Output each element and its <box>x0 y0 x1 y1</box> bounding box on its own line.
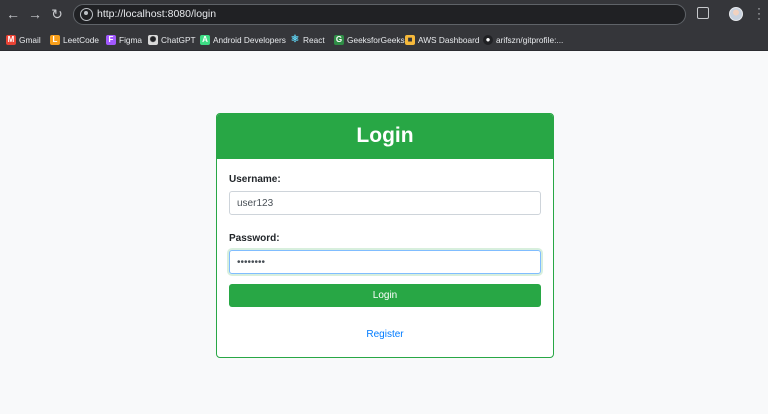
forward-arrow-icon[interactable]: → <box>25 4 45 24</box>
bookmark-label: AWS Dashboard <box>418 35 480 45</box>
bookmark-label: GeeksforGeeks <box>347 35 405 45</box>
password-label: Password: <box>229 233 280 244</box>
bookmark-react[interactable]: ⚛ React <box>290 32 325 48</box>
bookmark-android-developers[interactable]: A Android Developers <box>200 32 286 48</box>
address-url[interactable]: http://localhost:8080/login <box>97 8 216 20</box>
github-icon: ● <box>483 35 493 45</box>
figma-icon: F <box>106 35 116 45</box>
bookmark-geeksforgeeks[interactable]: G GeeksforGeeks <box>334 32 405 48</box>
leetcode-icon: L <box>50 35 60 45</box>
page-content: Login Username: Password: Login Register <box>0 51 768 414</box>
gmail-icon: M <box>6 35 16 45</box>
profile-avatar[interactable] <box>729 7 743 21</box>
login-title: Login <box>217 114 553 159</box>
register-link[interactable]: Register <box>229 329 541 340</box>
login-button[interactable]: Login <box>229 284 541 307</box>
bookmark-label: Figma <box>119 35 143 45</box>
browser-toolbar: ← → ↻ http://localhost:8080/login · · · <box>0 0 768 29</box>
bookmark-chatgpt[interactable]: ✺ ChatGPT <box>148 32 196 48</box>
reload-icon[interactable]: ↻ <box>47 4 67 24</box>
username-label: Username: <box>229 174 281 185</box>
back-arrow-icon[interactable]: ← <box>3 4 23 24</box>
kebab-menu-icon[interactable]: · · · <box>757 2 761 24</box>
extensions-icon[interactable] <box>697 7 709 19</box>
bookmark-figma[interactable]: F Figma <box>106 32 142 48</box>
site-info-icon[interactable] <box>80 8 93 21</box>
bookmark-label: LeetCode <box>63 35 99 45</box>
geeksforgeeks-icon: G <box>334 35 344 45</box>
bookmark-label: ChatGPT <box>161 35 196 45</box>
bookmark-aws-dashboard[interactable]: ■ AWS Dashboard <box>405 32 480 48</box>
react-icon: ⚛ <box>290 34 300 45</box>
bookmark-label: arifszn/gitprofile:... <box>496 35 564 45</box>
bookmark-gitprofile[interactable]: ● arifszn/gitprofile:... <box>483 32 563 48</box>
bookmarks-bar: M Gmail L LeetCode F Figma ✺ ChatGPT A A… <box>0 29 768 51</box>
login-card: Login Username: Password: Login Register <box>216 113 554 358</box>
password-input[interactable] <box>229 250 541 274</box>
aws-icon: ■ <box>405 35 415 45</box>
chatgpt-icon: ✺ <box>148 35 158 45</box>
bookmark-gmail[interactable]: M Gmail <box>6 32 41 48</box>
username-input[interactable] <box>229 191 541 215</box>
address-bar[interactable]: http://localhost:8080/login <box>73 4 686 25</box>
login-form-body: Username: Password: Login Register <box>217 174 553 340</box>
bookmark-label: Android Developers <box>213 35 286 45</box>
bookmark-label: Gmail <box>19 35 41 45</box>
android-icon: A <box>200 35 210 45</box>
bookmark-leetcode[interactable]: L LeetCode <box>50 32 99 48</box>
bookmark-label: React <box>303 35 325 45</box>
